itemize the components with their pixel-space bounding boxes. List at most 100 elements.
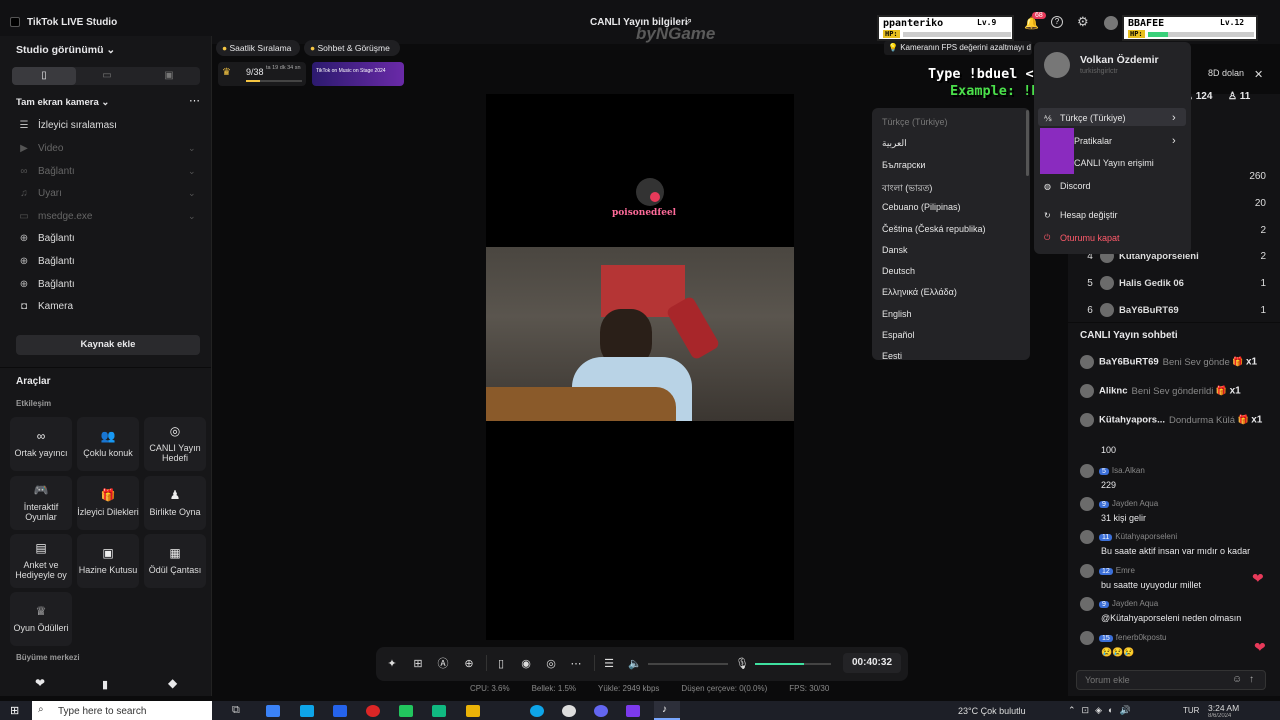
language-option[interactable]: العربية [882,138,907,149]
account-menu-item[interactable]: ⅍ Türkçe (Türkiye) › [1044,112,1184,124]
task-view-icon[interactable]: ⧉ [232,704,240,717]
app-icon[interactable] [366,705,380,717]
hourly-ranking-chip[interactable]: ● Saatlik Sıralama [216,40,300,56]
language-option[interactable]: Español [882,330,915,340]
account-menu-item[interactable]: ⏻ Oturumu kapat [1044,233,1184,243]
comment-input[interactable]: Yorum ekle ☺ ↑ [1076,670,1266,690]
edge-icon[interactable] [333,705,347,717]
source-item[interactable]: ⊕ Bağlantı [18,252,198,270]
weather[interactable]: 23°C Çok bulutlu [958,706,1026,716]
account-menu-item[interactable]: ↻ Hesap değiştir [1044,210,1184,220]
chat-user[interactable]: fenerb0kpostu [1116,633,1167,642]
gift-user[interactable]: Kütahyapors... [1099,415,1165,426]
ai-icon[interactable]: Ⓐ [436,656,450,670]
emoji-icon[interactable]: ☺ [1232,674,1242,685]
language-option[interactable]: Türkçe (Türkiye) [882,117,948,127]
chevron-down-icon[interactable]: ⌄ [188,143,196,154]
goal-progress-card[interactable]: ♛ 9/38 ta 19 dk 34 sn [218,62,306,86]
chat-user[interactable]: Jayden Aqua [1112,599,1158,608]
tiktok-taskbar-icon[interactable]: ♪ [654,701,680,720]
app-icon[interactable] [266,705,280,717]
event-banner[interactable]: TikTok on Music on Stage 2024 [312,62,404,86]
tool-button[interactable]: ▣ Hazine Kutusu [77,534,139,588]
multi-layout-icon[interactable]: ▣ [138,67,200,85]
phone-icon[interactable]: ▯ [494,656,508,670]
tool-button[interactable]: 🎮 İnteraktif Oyunlar [10,476,72,530]
record-icon[interactable]: ◉ [519,656,533,670]
clock-time[interactable]: 3:24 AM [1208,703,1239,713]
chevron-down-icon[interactable]: ⌄ [188,211,196,222]
growth-icon-2[interactable]: ▮ [102,678,108,691]
capture-icon[interactable]: ⊞ [411,656,425,670]
discord-icon[interactable] [594,705,608,717]
app-icon[interactable] [432,705,446,717]
source-item[interactable]: ▶ Video ⌄ [18,139,198,157]
gift-user[interactable]: Aliknc [1099,386,1128,397]
tool-button[interactable]: ♟ Birlikte Oyna [144,476,206,530]
live-icon[interactable]: ◎ [544,656,558,670]
growth-icon-3[interactable]: ◆ [168,676,177,690]
language-option[interactable]: Български [882,160,925,170]
chat-user[interactable]: Emre [1116,566,1135,575]
language-option[interactable]: Cebuano (Pilipinas) [882,202,961,212]
chevron-down-icon[interactable]: ⌄ [188,166,196,177]
language-option[interactable]: বাংলা (ভারত) [882,181,932,196]
add-scene-icon[interactable]: ⊕ [462,656,476,670]
landscape-layout-icon[interactable]: ▭ [76,67,138,85]
more-icon[interactable]: ⋯ [569,656,583,670]
tool-button[interactable]: ∞ Ortak yayıncı [10,417,72,471]
language-option[interactable]: Čeština (Česká republika) [882,224,986,234]
app-icon[interactable] [399,705,413,717]
chrome-icon[interactable] [562,705,576,717]
chat-user[interactable]: Isa.Alkan [1112,466,1145,475]
chat-meet-chip[interactable]: ● Sohbet & Görüşme [304,40,400,56]
tool-button[interactable]: 👥 Çoklu konuk [77,417,139,471]
windows-start-icon[interactable]: ⊞ [10,704,19,717]
source-item[interactable]: ◘ Kamera [18,297,198,315]
store-icon[interactable] [300,705,314,717]
scrollbar[interactable] [1026,110,1029,176]
help-icon[interactable]: ? [1051,16,1063,28]
mic-slider[interactable] [755,663,831,665]
edge-icon[interactable] [530,705,544,717]
gift-user[interactable]: BaY6BuRT69 [1099,357,1159,368]
studio-view-dropdown[interactable]: Studio görünümü ⌄ [16,44,115,56]
language-indicator[interactable]: TUR [1183,706,1199,715]
settings-gear-icon[interactable]: ⚙ [1077,14,1089,30]
stream-preview[interactable]: poisonedfeel [486,94,794,640]
chat-user[interactable]: Jayden Aqua [1112,499,1158,508]
language-option[interactable]: Eesti [882,351,902,360]
volume-slider[interactable] [648,663,728,665]
source-item[interactable]: ⊕ Bağlantı [18,275,198,293]
language-option[interactable]: Ελληνικά (Ελλάδα) [882,287,957,297]
chevron-down-icon[interactable]: ⌄ [188,188,196,199]
ranking-row[interactable]: 5 Halis Gedik 06 1 [1080,274,1266,292]
tray-icons[interactable]: ⌃⊡◈◐🔊 [1068,705,1137,716]
language-option[interactable]: Deutsch [882,266,915,276]
tool-button[interactable]: ▤ Anket ve Hediyeyle oy [10,534,72,588]
portrait-layout-icon[interactable]: ▯ [12,67,76,85]
tool-button[interactable]: ▦ Ödül Çantası [144,534,206,588]
tool-button[interactable]: ◎ CANLI Yayın Hedefi [144,417,206,471]
microphone-icon[interactable]: 🎙 [735,656,749,670]
account-menu-item[interactable]: ◍ Discord [1044,181,1184,191]
account-menu-item[interactable]: ◉CANLI Yayın erişimi [1044,158,1184,168]
send-icon[interactable]: ↑ [1249,674,1254,685]
source-item[interactable]: ∞ Bağlantı ⌄ [18,162,198,180]
tool-button[interactable]: 🎁 İzleyici Dilekleri [77,476,139,530]
source-item[interactable]: ☰ İzleyici sıralaması [18,116,198,134]
scene-dropdown[interactable]: Tam ekran kamera ⌄ [16,97,109,108]
close-icon[interactable]: ✕ [1254,68,1263,81]
folder-icon[interactable] [466,705,480,717]
source-item[interactable]: ⊕ Bağlantı [18,229,198,247]
ranking-row[interactable]: 6 BaY6BuRT69 1 [1080,301,1266,319]
add-source-button[interactable]: Kaynak ekle [16,335,200,355]
speaker-icon[interactable]: 🔈 [628,656,642,670]
language-option[interactable]: Dansk [882,245,908,255]
growth-icon-1[interactable]: ❤ [35,676,45,690]
app-icon[interactable] [626,705,640,717]
source-item[interactable]: ▭ msedge.exe ⌄ [18,207,198,225]
adjust-icon[interactable]: ☰ [602,656,616,670]
avatar[interactable] [1104,16,1118,30]
language-option[interactable]: English [882,309,912,319]
